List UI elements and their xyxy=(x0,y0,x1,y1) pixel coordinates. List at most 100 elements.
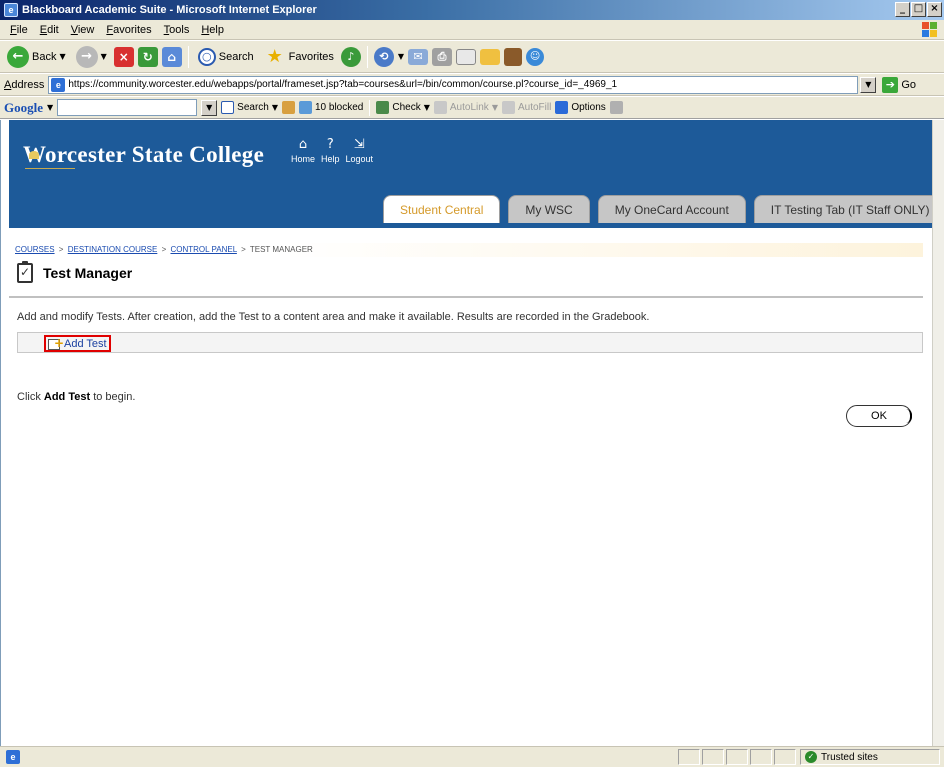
folder-icon[interactable] xyxy=(480,48,501,65)
zone-label: Trusted sites xyxy=(821,751,878,763)
breadcrumb-control-panel[interactable]: CONTROL PANEL xyxy=(170,245,236,254)
ok-button[interactable]: OK xyxy=(846,405,912,427)
home-icon[interactable]: ⌂ xyxy=(161,46,182,67)
page-icon: e xyxy=(51,77,66,92)
add-test-icon xyxy=(48,336,64,350)
vertical-scrollbar[interactable] xyxy=(932,120,944,746)
autolink-icon xyxy=(433,101,447,114)
menu-tools[interactable]: Tools xyxy=(158,24,196,36)
favorites-star-icon: ★ xyxy=(266,45,283,67)
close-button[interactable]: × xyxy=(927,2,942,17)
search-label: Search xyxy=(218,50,254,63)
history-dropdown-icon[interactable]: ▼ xyxy=(398,52,404,61)
go-button[interactable]: ➔ Go xyxy=(882,76,917,93)
mail-icon[interactable]: ✉ xyxy=(408,48,429,65)
status-pane xyxy=(678,749,700,765)
search-icon: ○ xyxy=(197,47,216,66)
header-nav-home[interactable]: ⌂ Home xyxy=(291,137,316,165)
pencil-icon[interactable] xyxy=(609,101,623,114)
maximize-button[interactable]: □ xyxy=(911,2,926,17)
toolbar-separator xyxy=(369,99,371,116)
trusted-check-icon: ✓ xyxy=(805,751,817,763)
research-icon[interactable] xyxy=(504,47,523,66)
pagerank-icon[interactable] xyxy=(282,101,295,114)
breadcrumb: COURSES > DESTINATION COURSE > CONTROL P… xyxy=(9,243,923,257)
window-controls: _ □ × xyxy=(895,2,942,17)
menu-favorites[interactable]: Favorites xyxy=(100,24,157,36)
breadcrumb-courses[interactable]: COURSES xyxy=(15,245,55,254)
page-title: Test Manager xyxy=(43,265,133,281)
google-search-button[interactable]: Search ▼ xyxy=(221,101,278,114)
print-icon[interactable]: ⎙ xyxy=(432,47,453,66)
add-test-label: Add Test xyxy=(64,337,107,350)
header-nav-logout[interactable]: ⇲ Logout xyxy=(346,137,374,165)
options-icon xyxy=(555,101,569,114)
popup-blocker-button[interactable]: 10 blocked xyxy=(299,101,363,114)
google-logo[interactable]: Google xyxy=(4,100,43,116)
hint-prefix: Click xyxy=(17,391,44,403)
stop-icon[interactable]: × xyxy=(113,46,134,67)
back-button[interactable]: ← Back ▼ xyxy=(4,44,69,70)
popup-blocked-label: 10 blocked xyxy=(315,102,364,113)
minimize-button[interactable]: _ xyxy=(895,2,910,17)
home-label: Home xyxy=(291,154,316,164)
menu-view[interactable]: View xyxy=(65,24,101,36)
tab-my-wsc[interactable]: My WSC xyxy=(508,195,590,223)
portal-tabs: Student Central My WSC My OneCard Accoun… xyxy=(383,195,944,223)
status-page-icon: e xyxy=(6,750,20,764)
spell-check-icon xyxy=(376,101,390,114)
history-icon[interactable]: ⟲ xyxy=(373,46,394,67)
header-nav-help[interactable]: ? Help xyxy=(321,138,340,165)
options-button[interactable]: Options xyxy=(555,101,606,114)
college-logo[interactable]: Worcester State College xyxy=(23,142,264,168)
go-arrow-icon: ➔ xyxy=(882,76,899,93)
breadcrumb-separator: > xyxy=(241,245,246,254)
address-dropdown-icon[interactable]: ▼ xyxy=(860,76,877,93)
back-arrow-icon: ← xyxy=(7,45,29,68)
menu-help[interactable]: Help xyxy=(195,24,230,36)
edit-page-icon[interactable] xyxy=(456,48,477,65)
tab-my-onecard-account[interactable]: My OneCard Account xyxy=(597,195,746,223)
google-search-label: Search xyxy=(237,102,269,113)
status-bar: e ✓ Trusted sites xyxy=(0,746,944,767)
autolink-caret-icon: ▼ xyxy=(491,103,498,112)
status-pane xyxy=(726,749,748,765)
forward-dropdown-icon[interactable]: ▼ xyxy=(101,52,107,61)
hint-bold: Add Test xyxy=(43,391,91,403)
favorites-button[interactable]: ★ Favorites xyxy=(261,44,337,70)
menu-edit[interactable]: Edit xyxy=(34,24,65,36)
messenger-icon[interactable]: ☺ xyxy=(526,47,545,66)
menu-bar: File Edit View Favorites Tools Help xyxy=(0,20,944,40)
google-search-dropdown-icon[interactable]: ▼ xyxy=(201,99,218,116)
media-icon[interactable]: ♪ xyxy=(340,46,361,67)
status-panes xyxy=(678,749,796,765)
forward-button[interactable]: → ▼ xyxy=(73,44,110,70)
spell-check-button[interactable]: Check ▼ xyxy=(376,101,430,114)
tab-student-central[interactable]: Student Central xyxy=(383,195,501,223)
forward-arrow-icon: → xyxy=(75,45,98,68)
tab-it-testing[interactable]: IT Testing Tab (IT Staff ONLY) xyxy=(753,195,944,223)
google-menu-dropdown-icon[interactable]: ▼ xyxy=(47,103,53,112)
security-zone[interactable]: ✓ Trusted sites xyxy=(800,749,940,765)
add-test-button[interactable]: Add Test xyxy=(44,335,111,352)
breadcrumb-destination-course[interactable]: DESTINATION COURSE xyxy=(68,245,158,254)
status-pane xyxy=(702,749,724,765)
home-icon: ⌂ xyxy=(298,137,308,152)
google-search-input[interactable] xyxy=(57,99,198,116)
header-nav: ⌂ Home ? Help ⇲ Logout xyxy=(291,137,374,165)
address-input[interactable]: e https://community.worcester.edu/webapp… xyxy=(48,75,859,94)
google-g-icon xyxy=(221,101,235,114)
page-viewport: Worcester State College ⌂ Home ? Help ⇲ … xyxy=(0,120,944,746)
refresh-icon[interactable]: ↻ xyxy=(137,46,158,67)
breadcrumb-separator: > xyxy=(161,245,167,254)
menu-file[interactable]: File xyxy=(4,24,34,36)
logout-icon: ⇲ xyxy=(353,137,365,152)
search-button[interactable]: ○ Search xyxy=(195,44,257,70)
back-dropdown-icon[interactable]: ▼ xyxy=(59,52,65,61)
status-pane xyxy=(774,749,796,765)
browser-toolbar: ← Back ▼ → ▼ × ↻ ⌂ ○ Search ★ Favorites … xyxy=(0,41,944,73)
go-label: Go xyxy=(901,78,917,91)
autolink-button[interactable]: AutoLink ▼ xyxy=(433,101,498,114)
autofill-icon xyxy=(501,101,515,114)
autofill-button[interactable]: AutoFill xyxy=(501,101,551,114)
